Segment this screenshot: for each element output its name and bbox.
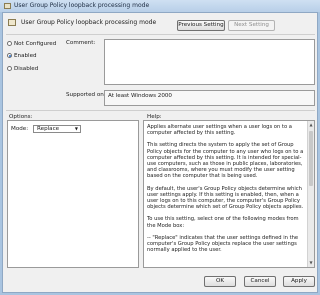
help-panel[interactable]: Applies alternate user settings when a u… (143, 120, 315, 268)
options-divider (6, 110, 315, 111)
mode-label: Mode: (11, 126, 29, 132)
comment-label: Comment: (66, 40, 96, 46)
radio-circle-selected (7, 53, 12, 58)
policy-setting-icon (8, 19, 16, 26)
help-paragraph: This setting directs the system to apply… (147, 142, 304, 180)
header-divider (6, 34, 315, 35)
dialog-body: User Group Policy loopback processing mo… (2, 12, 318, 293)
radio-circle (7, 41, 12, 46)
policy-icon (4, 3, 11, 9)
help-paragraph: To use this setting, select one of the f… (147, 216, 299, 229)
scroll-down-icon[interactable]: ▼ (309, 260, 313, 266)
help-paragraph: Applies alternate user settings when a u… (147, 124, 292, 137)
window-title: User Group Policy loopback processing mo… (14, 2, 150, 9)
comment-textarea[interactable] (104, 39, 315, 85)
ok-button[interactable]: OK (204, 276, 236, 287)
not-configured-radio[interactable]: Not Configured (7, 41, 56, 49)
mode-select[interactable]: Replace ▼ (33, 125, 81, 133)
title-bar[interactable]: User Group Policy loopback processing mo… (0, 0, 320, 12)
chevron-down-icon: ▼ (74, 126, 78, 131)
disabled-radio[interactable]: Disabled (7, 66, 38, 74)
radio-circle (7, 66, 12, 71)
help-scrollbar[interactable]: ▲ ▼ (307, 121, 314, 267)
policy-dialog-window: User Group Policy loopback processing mo… (0, 0, 320, 295)
scroll-thumb[interactable] (309, 131, 313, 186)
next-setting-button[interactable]: Next Setting (228, 20, 275, 31)
disabled-label: Disabled (14, 66, 39, 72)
mode-select-value: Replace (37, 126, 60, 132)
supported-on-value: At least Windows 2000 (108, 93, 172, 99)
apply-button[interactable]: Apply (283, 276, 315, 287)
supported-on-label: Supported on: (66, 92, 106, 98)
options-panel: Mode: Replace ▼ (7, 120, 139, 268)
enabled-radio[interactable]: Enabled (7, 53, 37, 61)
not-configured-label: Not Configured (14, 41, 57, 47)
supported-on-field: At least Windows 2000 (104, 90, 315, 106)
cancel-button[interactable]: Cancel (244, 276, 276, 287)
help-text: Applies alternate user settings when a u… (147, 124, 305, 259)
setting-title: User Group Policy loopback processing mo… (21, 19, 157, 26)
scroll-up-icon[interactable]: ▲ (309, 122, 313, 128)
previous-setting-button[interactable]: Previous Setting (177, 20, 225, 31)
enabled-label: Enabled (14, 53, 37, 59)
help-paragraph: By default, the user's Group Policy obje… (147, 185, 304, 211)
help-paragraph: -- "Replace" indicates that the user set… (147, 234, 299, 254)
